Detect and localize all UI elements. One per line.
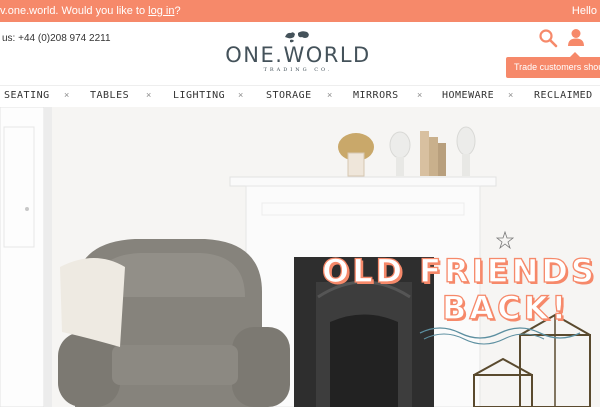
login-message-prefix: v.one.world. Would you like to	[0, 5, 149, 17]
nav-separator: ×	[146, 90, 152, 100]
search-icon[interactable]	[538, 28, 558, 48]
user-icon[interactable]	[566, 27, 586, 47]
nav-item-mirrors[interactable]: MIRRORS	[353, 90, 399, 101]
nav-separator: ×	[417, 90, 423, 100]
hero-headline-line-2: BACK!	[441, 288, 570, 327]
logo-subtitle: TRADING CO.	[263, 67, 333, 73]
nav-separator: ×	[238, 90, 244, 100]
login-message-suffix: ?	[174, 5, 181, 17]
nav-item-lighting[interactable]: LIGHTING	[173, 90, 225, 101]
nav-separator: ×	[327, 90, 333, 100]
nav-item-storage[interactable]: STORAGE	[266, 90, 312, 101]
login-message: v.one.world. Would you like to log in?	[0, 5, 181, 17]
logo[interactable]: ONE.WORLD TRADING CO.	[224, 31, 372, 73]
nav-item-tables[interactable]: TABLES	[90, 90, 129, 101]
trade-customers-tooltip: Trade customers should	[506, 52, 600, 78]
globe-icon	[285, 31, 309, 43]
nav-item-seating[interactable]: SEATING	[4, 90, 50, 101]
hero-headline-line-1: OLD FRIENDS	[321, 251, 597, 290]
main-navigation: SEATING × TABLES × LIGHTING × STORAGE × …	[0, 85, 600, 105]
hello-greeting[interactable]: Hello	[572, 5, 597, 17]
nav-separator: ×	[508, 90, 514, 100]
login-link[interactable]: log in	[148, 5, 174, 17]
contact-phone: us: +44 (0)208 974 2211	[2, 33, 111, 44]
nav-separator: ×	[64, 90, 70, 100]
nav-item-reclaimed[interactable]: RECLAIMED	[534, 90, 593, 101]
nav-item-homeware[interactable]: HOMEWARE	[442, 90, 494, 101]
logo-name: ONE.WORLD	[225, 43, 371, 67]
top-announcement-bar: v.one.world. Would you like to log in? H…	[0, 0, 600, 22]
hero-banner[interactable]: OLD FRIENDS BACK!	[0, 107, 600, 407]
